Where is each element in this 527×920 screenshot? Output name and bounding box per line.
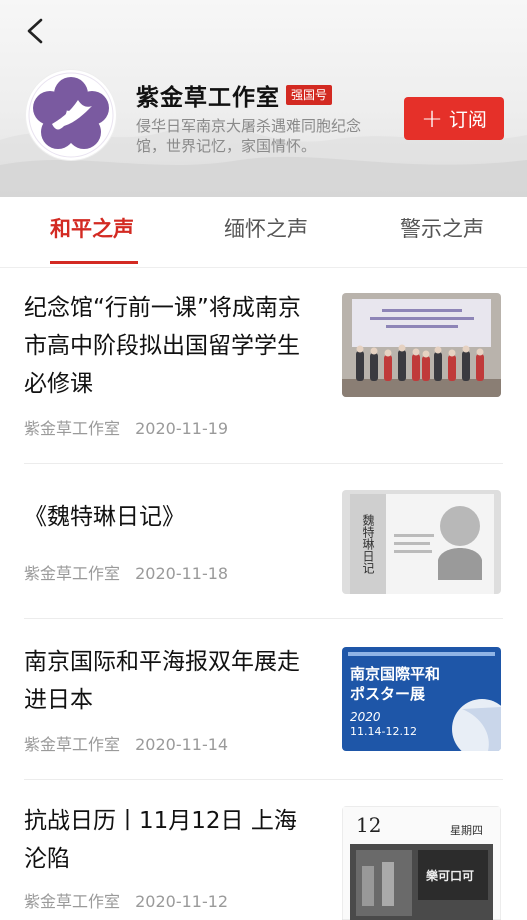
channel-badge: 强国号: [286, 85, 333, 105]
article-source: 紫金草工作室: [24, 419, 121, 438]
poster-title-line1: 南京国際平和: [350, 665, 440, 683]
article-meta: 紫金草工作室 2020-11-18: [24, 560, 228, 584]
channel-title: 紫金草工作室: [136, 85, 280, 111]
article-date: 2020-11-12: [135, 892, 229, 911]
chevron-left-icon: [27, 18, 43, 44]
tab-bar: 和平之声 缅怀之声 警示之声: [0, 197, 527, 268]
poster-exhibition-image: 南京国際平和 ポスター展 2020 11.14-12.12: [342, 647, 501, 751]
article-item[interactable]: 南京国际和平海报双年展走进日本 紫金草工作室 2020-11-14 南京国際平和…: [0, 619, 527, 779]
tab-remembrance[interactable]: 缅怀之声: [224, 213, 308, 243]
subscribe-button[interactable]: + 订阅: [404, 97, 504, 140]
calendar-ad-text: 樂可口可: [425, 868, 474, 883]
calendar-day: 12: [356, 813, 381, 837]
article-meta: 紫金草工作室 2020-11-19: [24, 415, 228, 439]
article-meta: 紫金草工作室 2020-11-12: [24, 888, 228, 912]
article-thumbnail[interactable]: 12 星期四 樂可口可: [342, 806, 501, 920]
subscribe-label: 订阅: [448, 109, 487, 131]
plus-icon: +: [421, 103, 443, 134]
article-meta: 紫金草工作室 2020-11-14: [24, 731, 228, 755]
purple-flower-icon: [28, 72, 114, 158]
channel-header: 紫金草工作室 强国号 侵华日军南京大屠杀遇难同胞纪念馆，世界记忆，家国情怀。 +…: [0, 0, 527, 197]
article-date: 2020-11-18: [135, 564, 229, 583]
article-item[interactable]: 纪念馆“行前一课”将成南京市高中阶段拟出国留学学生必修课 紫金草工作室 2020…: [0, 267, 527, 463]
article-thumbnail[interactable]: 南京国際平和 ポスター展 2020 11.14-12.12: [342, 647, 501, 751]
book-spine-title: 魏特琳日记: [361, 513, 375, 574]
book-cover: 魏特琳日记: [342, 490, 501, 594]
article-title[interactable]: 南京国际和平海报双年展走进日本: [24, 643, 314, 719]
article-thumbnail[interactable]: [342, 293, 501, 397]
tab-peace[interactable]: 和平之声: [50, 213, 134, 243]
article-thumbnail[interactable]: 魏特琳日记: [342, 490, 501, 594]
tab-warning[interactable]: 警示之声: [400, 213, 484, 243]
poster-dates: 11.14-12.12: [350, 725, 417, 738]
article-source: 紫金草工作室: [24, 564, 121, 583]
article-date: 2020-11-14: [135, 735, 229, 754]
article-source: 紫金草工作室: [24, 892, 121, 911]
channel-logo: [26, 70, 116, 160]
calendar-image: 12 星期四 樂可口可: [342, 806, 501, 920]
article-item[interactable]: 抗战日历丨11月12日 上海沦陷 紫金草工作室 2020-11-12 12 星期…: [0, 780, 527, 920]
channel-description: 侵华日军南京大屠杀遇难同胞纪念馆，世界记忆，家国情怀。: [136, 117, 362, 155]
active-tab-indicator: [50, 261, 138, 264]
article-date: 2020-11-19: [135, 419, 229, 438]
title-row: 紫金草工作室 强国号: [136, 78, 333, 112]
article-item[interactable]: 《魏特琳日记》 紫金草工作室 2020-11-18 魏特琳日记: [0, 464, 527, 618]
back-button[interactable]: [18, 14, 52, 48]
poster-year: 2020: [350, 710, 381, 724]
poster-title-line2: ポスター展: [350, 685, 425, 703]
article-title[interactable]: 抗战日历丨11月12日 上海沦陷: [24, 802, 314, 878]
article-title[interactable]: 《魏特琳日记》: [24, 498, 314, 536]
ceremony-photo: [342, 293, 501, 397]
article-title[interactable]: 纪念馆“行前一课”将成南京市高中阶段拟出国留学学生必修课: [24, 289, 314, 403]
article-source: 紫金草工作室: [24, 735, 121, 754]
calendar-weekday: 星期四: [450, 824, 483, 837]
